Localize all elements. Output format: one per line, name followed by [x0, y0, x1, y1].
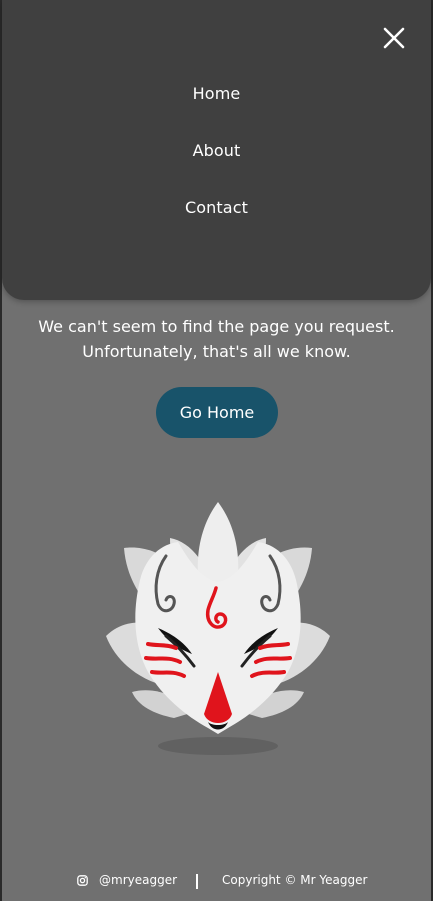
nav-item-home: Home: [2, 80, 431, 137]
nav-item-contact: Contact: [2, 194, 431, 251]
go-home-button[interactable]: Go Home: [156, 387, 278, 438]
close-icon: [383, 27, 405, 49]
instagram-handle-link[interactable]: @mryeagger: [99, 872, 177, 888]
fox-shadow: [158, 737, 278, 755]
message-line-2: Unfortunately, that's all we know.: [82, 342, 351, 361]
not-found-message: We can't seem to find the page you reque…: [0, 314, 433, 364]
close-menu-button[interactable]: [383, 27, 405, 49]
fox-mask-illustration: [106, 502, 330, 755]
footer-divider: [196, 874, 198, 889]
nav-menu-panel: Home About Contact: [2, 0, 431, 300]
message-line-1: We can't seem to find the page you reque…: [38, 317, 395, 336]
nav-link-about[interactable]: About: [193, 141, 241, 160]
footer: @mryeagger Copyright © Mr Yeagger: [0, 866, 433, 896]
nav-item-about: About: [2, 137, 431, 194]
nav-list: Home About Contact: [2, 80, 431, 251]
nav-link-home[interactable]: Home: [193, 84, 241, 103]
nav-link-contact[interactable]: Contact: [185, 198, 248, 217]
copyright-text: Copyright © Mr Yeagger: [222, 873, 368, 887]
instagram-icon[interactable]: [77, 875, 88, 886]
